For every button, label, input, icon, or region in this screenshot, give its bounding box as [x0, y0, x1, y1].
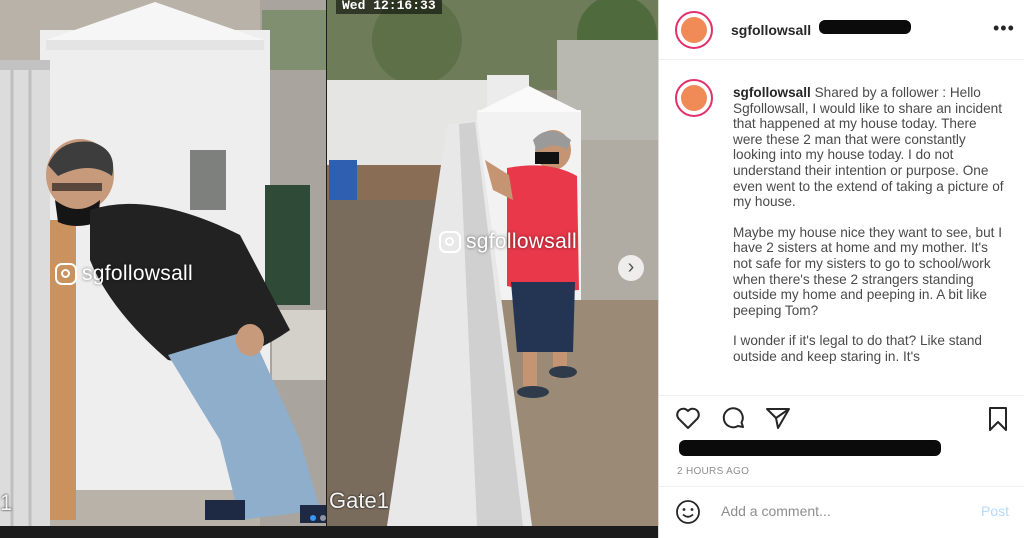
smile-icon[interactable]: [675, 499, 701, 525]
camera-label-left: 1: [0, 490, 13, 515]
post-timestamp: 2 HOURS AGO: [677, 466, 750, 477]
caption-username[interactable]: sgfollowsall: [733, 85, 811, 100]
instagram-icon: [55, 263, 77, 285]
carousel-dots: [310, 515, 326, 521]
cctv-frame-left: sgfollowsall 1: [0, 0, 326, 526]
more-options-button[interactable]: •••: [993, 18, 1015, 39]
comment-bar: Add a comment... Post: [659, 486, 1024, 535]
caption-paragraph: I wonder if it's legal to do that? Like …: [733, 333, 982, 364]
bookmark-icon[interactable]: [987, 406, 1009, 432]
redaction-mark: [679, 440, 941, 456]
caption-avatar[interactable]: [675, 79, 713, 117]
cctv-timestamp: Wed 12:16:33: [336, 0, 442, 14]
cctv-frame-right: sgfollowsall Gate1: [327, 0, 658, 526]
comment-icon[interactable]: [721, 406, 747, 432]
comment-input[interactable]: Add a comment...: [721, 503, 831, 519]
post-comment-button[interactable]: Post: [981, 503, 1009, 519]
cctv-image-right: [327, 0, 658, 526]
heart-icon[interactable]: [675, 406, 701, 430]
carousel-dot: [320, 515, 326, 521]
chevron-right-icon: ›: [627, 256, 635, 278]
header-username[interactable]: sgfollowsall: [731, 22, 811, 38]
share-icon[interactable]: [765, 406, 791, 430]
post-actions: 2 HOURS AGO Add a comment... Post: [659, 395, 1024, 536]
post-sidebar: sgfollowsall ••• sgfollowsall Shared by …: [658, 0, 1024, 538]
caption-paragraph: Shared by a follower : Hello Sgfollowsal…: [733, 85, 1004, 210]
redaction-mark: [819, 20, 911, 34]
watermark-left: sgfollowsall: [55, 262, 193, 286]
avatar[interactable]: [675, 11, 713, 49]
next-slide-button[interactable]: ›: [618, 255, 644, 281]
post-header: sgfollowsall •••: [659, 0, 1024, 60]
post-media[interactable]: sgfollowsall 1 sgfollowsall Gate1 Wed 12…: [0, 0, 658, 538]
instagram-icon: [439, 231, 461, 253]
watermark-right: sgfollowsall: [439, 230, 577, 254]
carousel-dot-active: [310, 515, 316, 521]
caption-paragraph: Maybe my house nice they want to see, bu…: [733, 224, 1003, 318]
post-caption: sgfollowsall Shared by a follower : Hell…: [733, 85, 1005, 385]
camera-label-right: Gate1: [329, 488, 389, 513]
